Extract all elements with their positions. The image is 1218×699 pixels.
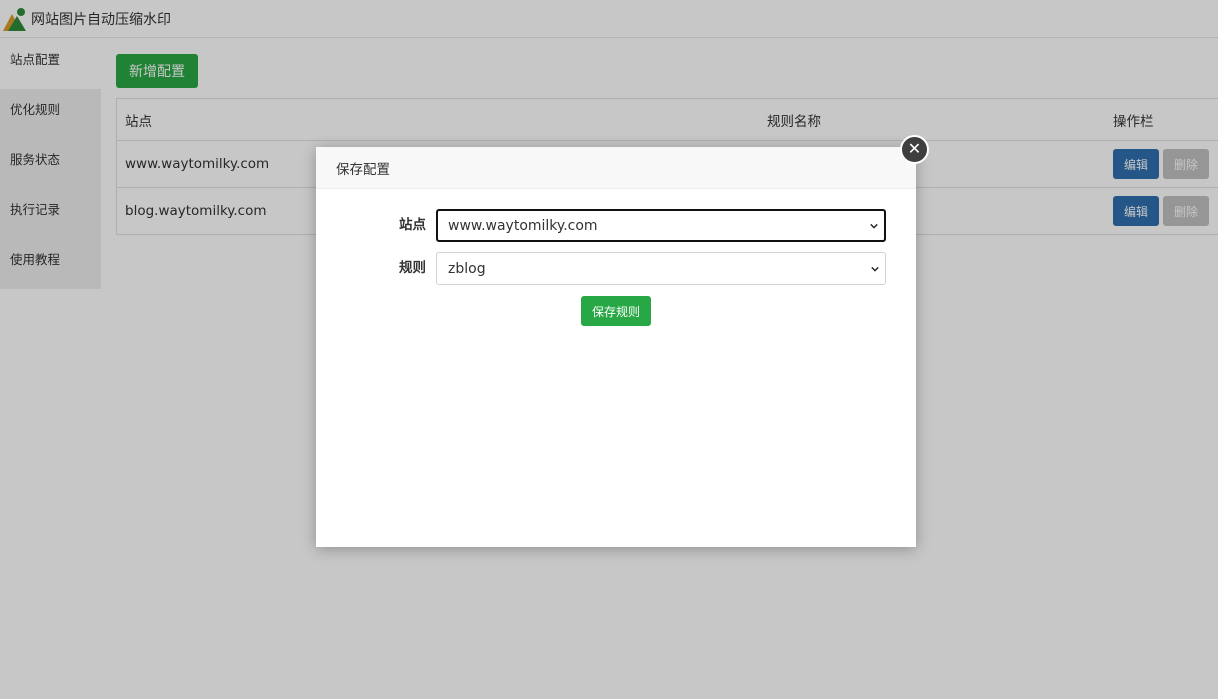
rule-select-value: zblog <box>448 260 486 277</box>
dialog-header: 保存配置 <box>316 147 916 189</box>
dialog-title: 保存配置 <box>336 161 390 178</box>
site-label: 站点 <box>399 217 426 233</box>
close-icon[interactable]: ✕ <box>900 135 929 164</box>
save-rule-button[interactable]: 保存规则 <box>581 296 651 326</box>
site-select-value: www.waytomilky.com <box>448 217 598 234</box>
site-select[interactable]: www.waytomilky.com <box>436 209 886 242</box>
rule-select[interactable]: zblog <box>436 252 886 285</box>
chevron-down-icon <box>871 266 879 272</box>
chevron-down-icon <box>870 223 878 229</box>
rule-form-row: 规则 zblog <box>316 252 916 285</box>
site-form-row: 站点 www.waytomilky.com <box>316 209 916 242</box>
rule-label: 规则 <box>399 260 426 276</box>
save-config-dialog: 保存配置 站点 www.waytomilky.com 规则 zblog 保存规则 <box>316 147 916 547</box>
